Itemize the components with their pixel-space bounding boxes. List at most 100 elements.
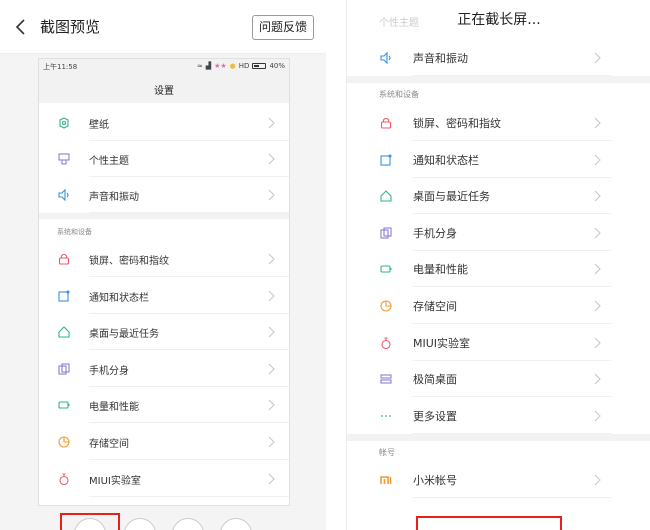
settings-row-label: 存储空间 bbox=[413, 300, 457, 313]
settings-row[interactable]: 手机分身 bbox=[39, 351, 289, 387]
notification-icon bbox=[58, 290, 70, 302]
home-icon bbox=[380, 190, 392, 202]
chevron-right-icon bbox=[594, 474, 601, 486]
feedback-button[interactable]: 问题反馈 bbox=[252, 15, 314, 40]
settings-row-label: MIUI实验室 bbox=[89, 475, 141, 487]
screenshot-preview-panel: 截图预览 问题反馈 上午11:58 ≈ ▟ ★★ ● HD 40% 设置 系统和… bbox=[0, 0, 326, 530]
simple-home-icon bbox=[380, 374, 392, 384]
chevron-right-icon bbox=[594, 264, 601, 275]
chevron-right-icon bbox=[594, 190, 601, 202]
section-gap bbox=[39, 213, 289, 219]
settings-row[interactable]: 通知和状态栏 bbox=[347, 142, 650, 178]
back-arrow-icon[interactable] bbox=[14, 18, 28, 36]
flask-icon bbox=[59, 473, 69, 485]
settings-row-label: 通知和状态栏 bbox=[413, 153, 479, 167]
more-icon bbox=[381, 414, 391, 417]
lock-icon bbox=[58, 253, 70, 265]
battery-icon bbox=[380, 265, 392, 273]
chevron-right-icon bbox=[268, 473, 275, 484]
battery-icon bbox=[252, 63, 267, 69]
chevron-right-icon bbox=[268, 436, 275, 448]
settings-row[interactable]: 声音和振动 bbox=[39, 177, 289, 213]
status-battery: 40% bbox=[269, 62, 285, 70]
capturing-banner: 个性主题 正在截长屏... bbox=[347, 0, 650, 38]
settings-row[interactable]: 存储空间 bbox=[347, 288, 650, 324]
status-indicators: ≈ ▟ ★★ ● HD 40% bbox=[197, 62, 285, 70]
star-icons: ★★ bbox=[214, 62, 227, 70]
settings-row[interactable]: 通知和状态栏 bbox=[39, 278, 289, 314]
settings-row-label: 手机分身 bbox=[89, 365, 129, 377]
settings-row-label: 手机分身 bbox=[413, 226, 457, 240]
capturing-title: 正在截长屏... bbox=[457, 12, 541, 28]
dual-phone-icon bbox=[58, 363, 70, 375]
settings-row-label: 小米帐号 bbox=[413, 474, 457, 487]
settings-row[interactable]: 锁屏、密码和指纹 bbox=[39, 241, 289, 277]
panel-separator bbox=[326, 0, 346, 530]
settings-row[interactable]: 存储空间 bbox=[39, 424, 289, 460]
preview-header: 截图预览 问题反馈 bbox=[0, 0, 326, 54]
chevron-right-icon bbox=[594, 117, 601, 129]
settings-row-label: 更多设置 bbox=[413, 409, 457, 423]
chevron-right-icon bbox=[594, 337, 601, 348]
settings-row[interactable]: 声音和振动 bbox=[347, 40, 650, 76]
phone-title: 设置 bbox=[154, 86, 174, 97]
long-screenshot-panel: 个性主题 正在截长屏... 声音和振动系统和设备锁屏、密码和指纹 通知和状态栏 桌面… bbox=[346, 0, 650, 530]
settings-row-label: 存储空间 bbox=[89, 439, 129, 450]
settings-row[interactable]: 个性主题 bbox=[39, 141, 289, 177]
settings-row-label: 声音和振动 bbox=[89, 192, 139, 203]
bulb-icon: ● bbox=[229, 62, 236, 70]
flask-icon bbox=[381, 337, 391, 349]
status-hd: HD bbox=[238, 62, 250, 70]
lock-icon bbox=[380, 117, 392, 129]
notification-icon bbox=[380, 154, 392, 166]
wifi-icon: ≈ bbox=[196, 62, 203, 70]
settings-row[interactable]: 桌面与最近任务 bbox=[39, 314, 289, 351]
chevron-right-icon bbox=[594, 373, 601, 385]
row-divider bbox=[413, 497, 611, 498]
settings-row[interactable]: 电量和性能 bbox=[347, 251, 650, 288]
chevron-right-icon bbox=[594, 227, 601, 239]
speaker-icon bbox=[380, 51, 391, 65]
settings-row[interactable]: 极简桌面 bbox=[347, 361, 650, 398]
dual-phone-icon bbox=[380, 227, 392, 239]
battery-icon bbox=[58, 401, 70, 409]
settings-row[interactable]: 锁屏、密码和指纹 bbox=[347, 105, 650, 141]
settings-row-label: 锁屏、密码和指纹 bbox=[89, 256, 169, 267]
settings-row[interactable]: 电量和性能 bbox=[39, 387, 289, 424]
chevron-right-icon bbox=[268, 290, 275, 301]
settings-row-label: 极简桌面 bbox=[413, 373, 457, 387]
theme-icon bbox=[58, 153, 70, 165]
chevron-right-icon bbox=[594, 52, 601, 64]
settings-row[interactable]: MIUI实验室 bbox=[39, 461, 289, 497]
section-gap bbox=[347, 434, 650, 441]
settings-row[interactable]: 小米帐号 bbox=[347, 462, 650, 498]
chevron-right-icon bbox=[594, 410, 601, 422]
highlight-box-right bbox=[416, 516, 562, 530]
settings-row-label: 桌面与最近任务 bbox=[89, 329, 159, 341]
settings-row-label: 通知和状态栏 bbox=[89, 292, 149, 304]
settings-row[interactable]: 手机分身 bbox=[347, 215, 650, 251]
settings-row[interactable]: MIUI实验室 bbox=[347, 325, 650, 361]
chevron-right-icon bbox=[268, 400, 275, 411]
settings-row-label: 电量和性能 bbox=[89, 402, 139, 414]
chevron-right-icon bbox=[268, 326, 275, 338]
highlight-box-left bbox=[60, 513, 120, 530]
phone-title-bar: 设置 bbox=[39, 75, 289, 103]
settings-row[interactable]: 桌面与最近任务 bbox=[347, 178, 650, 215]
home-icon bbox=[58, 326, 70, 338]
chevron-right-icon bbox=[594, 300, 601, 312]
chevron-right-icon bbox=[268, 363, 275, 375]
settings-row-label: 桌面与最近任务 bbox=[413, 190, 490, 204]
chevron-right-icon bbox=[268, 117, 275, 129]
settings-row-label: 壁纸 bbox=[89, 120, 109, 131]
mi-icon bbox=[380, 476, 392, 484]
section-label-system: 系统和设备 bbox=[379, 90, 419, 99]
phone-screenshot: 上午11:58 ≈ ▟ ★★ ● HD 40% 设置 系统和设备 壁纸个性主题声… bbox=[38, 58, 290, 506]
settings-row[interactable]: 更多设置 bbox=[347, 398, 650, 434]
chevron-right-icon bbox=[594, 154, 601, 165]
chevron-right-icon bbox=[268, 153, 275, 165]
settings-row[interactable]: 壁纸 bbox=[39, 105, 289, 141]
phone-section-label: 系统和设备 bbox=[57, 228, 92, 236]
settings-row-label: 锁屏、密码和指纹 bbox=[413, 117, 501, 130]
status-time: 上午11:58 bbox=[43, 63, 78, 71]
